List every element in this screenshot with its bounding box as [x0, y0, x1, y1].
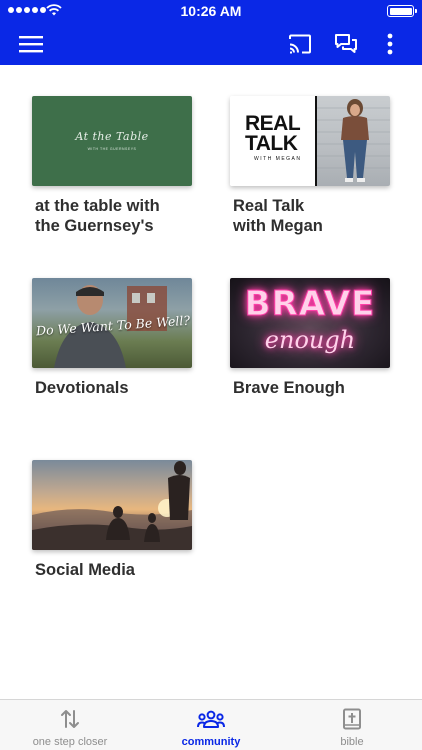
sort-arrows-icon — [61, 710, 79, 728]
menu-icon — [19, 35, 43, 52]
cast-button[interactable] — [284, 22, 316, 65]
tab-community[interactable]: community — [141, 700, 281, 750]
menu-button[interactable] — [14, 22, 48, 65]
more-vertical-icon — [387, 33, 393, 54]
battery-icon — [387, 5, 417, 17]
card-title: Devotionals — [35, 379, 129, 397]
card-real-talk[interactable]: REAL TALK WITH MEGAN Real Talk with Mega… — [230, 96, 392, 236]
tab-bible[interactable]: bible — [282, 700, 422, 750]
bottom-tab-bar: one step closer community bible — [0, 699, 422, 750]
bible-icon — [343, 708, 361, 730]
chat-button[interactable] — [330, 22, 362, 65]
card-devotionals[interactable]: Do We Want To Be Well? Devotionals — [32, 278, 194, 398]
chat-icon — [335, 33, 357, 53]
person-silhouette-icon — [317, 99, 390, 182]
card-thumbnail: BRAVE enough — [230, 278, 390, 368]
app-screen: 10:26 AM At the Table WITH THE GUERNSEYS… — [0, 0, 422, 750]
tab-label: community — [181, 736, 241, 748]
app-bar — [0, 22, 422, 65]
thumb-title: BRAVE — [244, 284, 376, 325]
thumb-photo — [32, 461, 192, 550]
card-thumbnail: At the Table WITH THE GUERNSEYS — [32, 96, 192, 186]
cast-icon — [289, 34, 311, 53]
card-thumbnail: Do We Want To Be Well? — [32, 278, 192, 368]
people-group-icon — [197, 710, 225, 728]
card-brave-enough[interactable]: BRAVE enough Brave Enough — [230, 278, 392, 398]
thumb-subtitle: WITH MEGAN — [254, 156, 302, 162]
card-title: Brave Enough — [233, 379, 345, 397]
community-grid: At the Table WITH THE GUERNSEYS at the t… — [0, 65, 422, 699]
thumb-subtitle: enough — [264, 326, 356, 354]
card-at-the-table[interactable]: At the Table WITH THE GUERNSEYS at the t… — [32, 96, 194, 236]
card-social-media[interactable]: Social Media — [32, 460, 194, 580]
status-bar: 10:26 AM — [0, 0, 422, 22]
thumb-title: At the Table — [75, 130, 149, 143]
tab-label: bible — [340, 736, 364, 748]
card-thumbnail: REAL TALK WITH MEGAN — [230, 96, 390, 186]
card-title: Real Talk with Megan — [233, 197, 323, 235]
thumb-title: REAL TALK — [245, 112, 301, 155]
status-time: 10:26 AM — [180, 3, 242, 19]
card-title: Social Media — [35, 561, 135, 579]
thumb-subtitle: WITH THE GUERNSEYS — [87, 147, 137, 151]
tab-one-step-closer[interactable]: one step closer — [0, 700, 140, 750]
thumb-photo — [315, 96, 390, 186]
more-options-button[interactable] — [376, 22, 404, 65]
card-title: at the table with the Guernsey's — [35, 197, 160, 235]
tab-label: one step closer — [32, 736, 108, 748]
card-thumbnail — [32, 460, 192, 550]
